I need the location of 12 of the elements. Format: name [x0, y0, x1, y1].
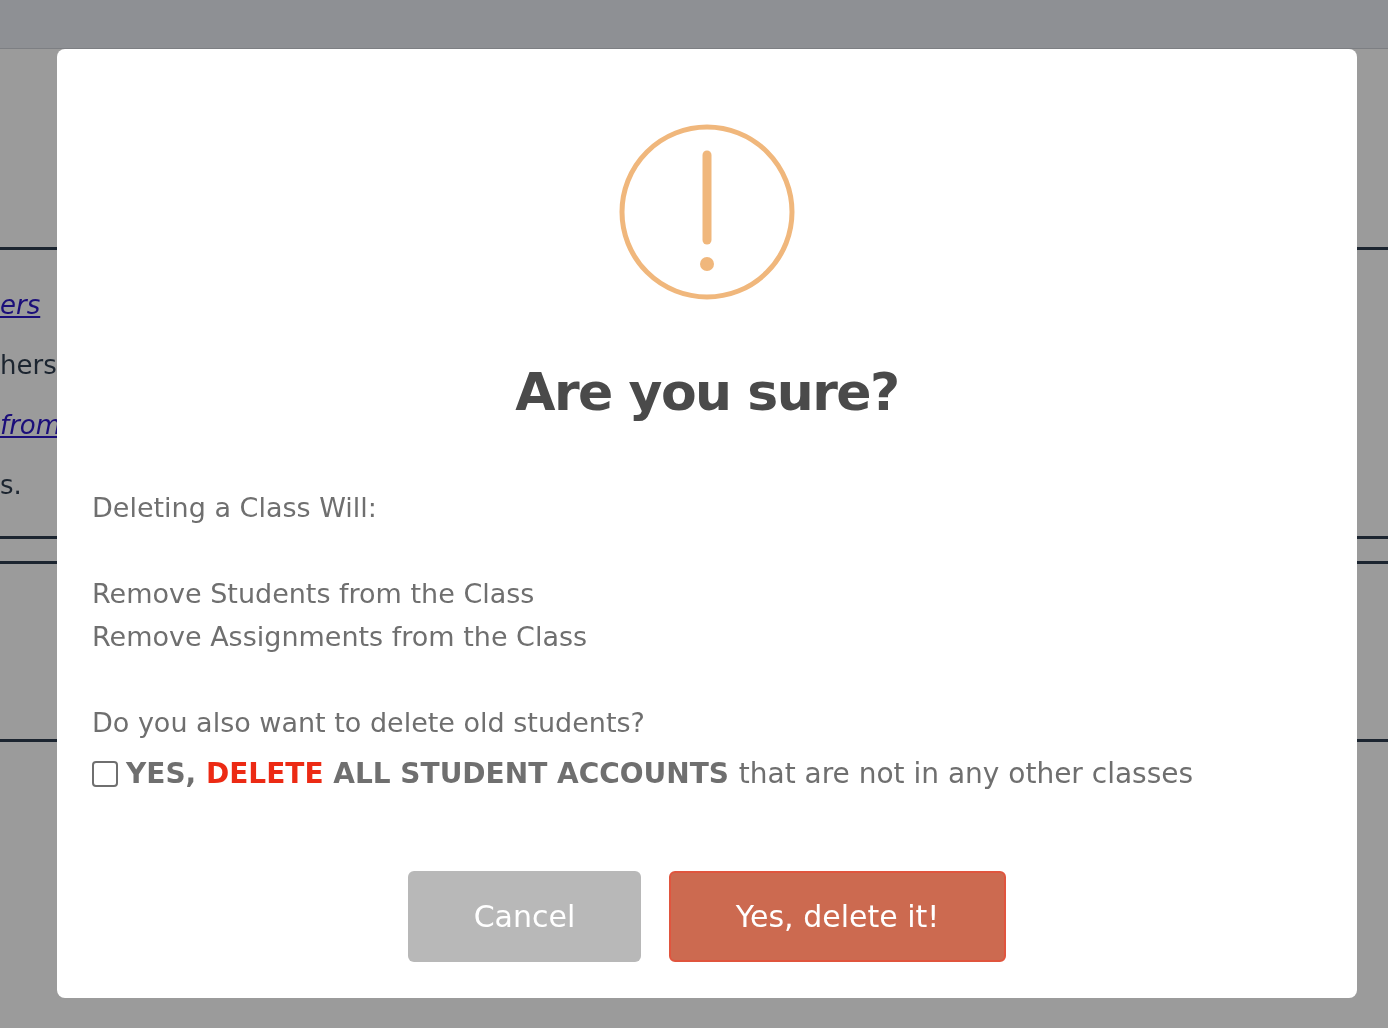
- dialog-text: Deleting a Class Will:: [92, 491, 377, 525]
- effect-text: Remove Students from the Class: [92, 577, 535, 611]
- warning-icon: [617, 122, 797, 302]
- effect-text: Remove Assignments from the Class: [92, 620, 588, 654]
- confirm-button[interactable]: Yes, delete it!: [669, 871, 1006, 962]
- question-text: Do you also want to delete old students?: [92, 706, 645, 740]
- page-link[interactable]: ers: [0, 290, 41, 320]
- dialog-title: Are you sure?: [515, 361, 899, 424]
- page-text: s.: [0, 470, 22, 500]
- page-text: hers: [0, 350, 57, 380]
- checkbox-label[interactable]: YES, DELETE ALL STUDENT ACCOUNTS that are not in any other classes: [126, 752, 1194, 795]
- checkbox[interactable]: [92, 760, 118, 787]
